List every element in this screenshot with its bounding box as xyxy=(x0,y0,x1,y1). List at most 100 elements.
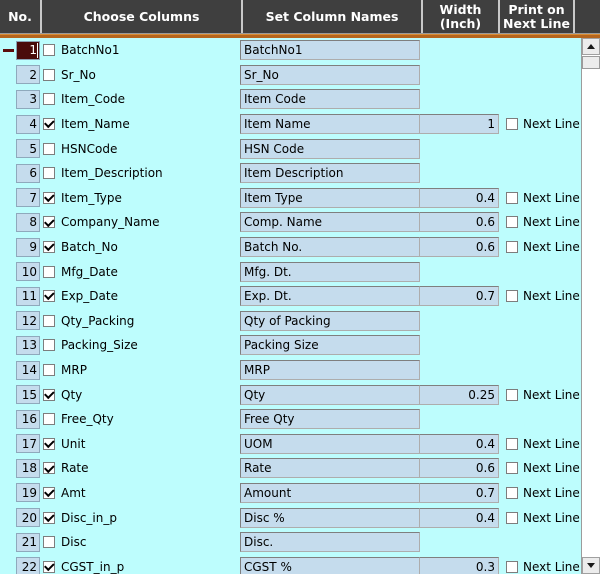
choose-column-checkbox[interactable] xyxy=(43,167,55,180)
column-width-input[interactable]: 0.6 xyxy=(420,458,499,479)
choose-column-cell[interactable]: CGST_in_p xyxy=(40,554,240,574)
print-on-next-line-checkbox[interactable] xyxy=(506,118,518,131)
next-line-cell[interactable]: Next Line xyxy=(499,437,580,451)
column-name-input[interactable]: Comp. Name xyxy=(240,212,420,233)
column-width-input[interactable]: 1 xyxy=(420,114,499,135)
column-name-input[interactable]: CGST % xyxy=(240,556,420,574)
column-name-input[interactable]: Amount xyxy=(240,482,420,503)
table-row[interactable]: 15 Qty Qty 0.25 Next Line xyxy=(0,382,581,407)
choose-column-checkbox[interactable] xyxy=(43,462,55,475)
choose-column-cell[interactable]: Item_Type xyxy=(40,186,240,211)
choose-column-checkbox[interactable] xyxy=(43,437,55,450)
choose-column-checkbox[interactable] xyxy=(43,486,55,499)
choose-column-checkbox[interactable] xyxy=(43,511,55,524)
column-name-input[interactable]: Exp. Dt. xyxy=(240,286,420,307)
column-name-input[interactable]: Rate xyxy=(240,458,420,479)
choose-column-cell[interactable]: MRP xyxy=(40,358,240,383)
column-name-input[interactable]: Disc. xyxy=(240,532,420,553)
print-on-next-line-checkbox[interactable] xyxy=(506,511,518,524)
print-on-next-line-checkbox[interactable] xyxy=(506,462,518,475)
choose-column-checkbox[interactable] xyxy=(43,339,55,352)
choose-column-cell[interactable]: Item_Description xyxy=(40,161,240,186)
choose-column-cell[interactable]: Exp_Date xyxy=(40,284,240,309)
table-row[interactable]: 11 Exp_Date Exp. Dt. 0.7 Next Line xyxy=(0,283,581,309)
row-number-cell[interactable]: 12 xyxy=(16,311,40,331)
column-width-input[interactable]: 0.6 xyxy=(420,237,499,258)
column-name-input[interactable]: Qty xyxy=(240,384,420,405)
row-number-cell[interactable]: 9 xyxy=(16,237,40,257)
scroll-down-button[interactable] xyxy=(582,557,600,574)
choose-column-cell[interactable]: Rate xyxy=(40,456,240,481)
row-number-cell[interactable]: 15 xyxy=(16,385,40,405)
choose-column-checkbox[interactable] xyxy=(43,413,55,426)
print-on-next-line-checkbox[interactable] xyxy=(506,290,518,303)
choose-column-checkbox[interactable] xyxy=(43,265,55,278)
column-width-input[interactable]: 0.4 xyxy=(420,507,499,528)
table-row[interactable]: 4 Item_Name Item Name 1 Next Line xyxy=(0,111,581,137)
column-name-input[interactable]: MRP xyxy=(240,360,420,381)
row-number-cell[interactable]: 13 xyxy=(16,335,40,355)
column-name-input[interactable]: Item Type xyxy=(240,187,420,208)
choose-column-checkbox[interactable] xyxy=(43,314,55,327)
print-on-next-line-checkbox[interactable] xyxy=(506,216,518,229)
column-name-input[interactable]: HSN Code xyxy=(240,138,420,159)
choose-column-cell[interactable]: Sr_No xyxy=(40,63,240,88)
table-row[interactable]: 12Qty_PackingQty of PackingNext Line xyxy=(0,308,581,334)
row-number-cell[interactable]: 5 xyxy=(16,139,40,159)
print-on-next-line-checkbox[interactable] xyxy=(506,191,518,204)
next-line-cell[interactable]: Next Line xyxy=(499,289,580,303)
choose-column-cell[interactable]: BatchNo1 xyxy=(40,38,240,63)
next-line-cell[interactable]: Next Line xyxy=(499,511,580,525)
next-line-cell[interactable]: Next Line xyxy=(499,240,580,254)
table-row[interactable]: 5HSNCodeHSN CodeNext Line xyxy=(0,136,581,161)
column-width-input[interactable]: 0.7 xyxy=(420,286,499,307)
column-name-input[interactable]: BatchNo1 xyxy=(240,40,420,61)
table-row[interactable]: 14MRPMRPNext Line xyxy=(0,357,581,383)
choose-column-cell[interactable]: Disc xyxy=(40,530,240,555)
choose-column-checkbox[interactable] xyxy=(43,191,55,204)
choose-column-cell[interactable]: HSNCode xyxy=(40,136,240,161)
choose-column-cell[interactable]: Company_Name xyxy=(40,210,240,235)
choose-column-cell[interactable]: Amt xyxy=(40,481,240,506)
column-name-input[interactable]: Free Qty xyxy=(240,409,420,430)
column-name-input[interactable]: Mfg. Dt. xyxy=(240,261,420,282)
column-name-input[interactable]: Disc % xyxy=(240,507,420,528)
column-width-input[interactable]: 0.7 xyxy=(420,482,499,503)
column-name-input[interactable]: Sr_No xyxy=(240,64,420,85)
row-number-cell[interactable]: 3 xyxy=(16,89,40,109)
vertical-scrollbar[interactable] xyxy=(581,38,600,574)
row-number-cell[interactable]: 22 xyxy=(16,557,40,574)
choose-column-cell[interactable]: Qty_Packing xyxy=(40,309,240,334)
column-width-input[interactable]: 0.6 xyxy=(420,212,499,233)
table-row[interactable]: 8 Company_Name Comp. Name 0.6 Next Line xyxy=(0,210,581,235)
next-line-cell[interactable]: Next Line xyxy=(499,215,580,229)
choose-column-checkbox[interactable] xyxy=(43,560,55,573)
row-number-cell[interactable]: 20 xyxy=(16,508,40,528)
table-row[interactable]: 20 Disc_in_p Disc % 0.4 Next Line xyxy=(0,505,581,530)
choose-column-checkbox[interactable] xyxy=(43,142,55,155)
table-row[interactable]: 3Item_CodeItem CodeNext Line xyxy=(0,87,581,112)
scrollbar-track[interactable] xyxy=(582,55,600,557)
choose-column-checkbox[interactable] xyxy=(43,241,55,254)
choose-column-cell[interactable]: Disc_in_p xyxy=(40,505,240,530)
choose-column-checkbox[interactable] xyxy=(43,44,55,57)
choose-column-checkbox[interactable] xyxy=(43,68,55,81)
choose-column-cell[interactable]: Unit xyxy=(40,432,240,457)
table-row[interactable]: 6Item_DescriptionItem DescriptionNext Li… xyxy=(0,160,581,186)
next-line-cell[interactable]: Next Line xyxy=(499,117,580,131)
choose-column-cell[interactable]: Qty xyxy=(40,382,240,407)
table-row[interactable]: 16Free_QtyFree QtyNext Line xyxy=(0,406,581,432)
choose-column-cell[interactable]: Free_Qty xyxy=(40,407,240,432)
table-row[interactable]: 13Packing_SizePacking SizeNext Line xyxy=(0,333,581,358)
column-width-input[interactable]: 0.4 xyxy=(420,433,499,454)
table-row[interactable]: 2Sr_NoSr_NoNext Line xyxy=(0,62,581,88)
row-number-cell[interactable]: 19 xyxy=(16,483,40,503)
column-name-input[interactable]: Qty of Packing xyxy=(240,310,420,331)
column-width-input[interactable]: 0.3 xyxy=(420,556,499,574)
next-line-cell[interactable]: Next Line xyxy=(499,461,580,475)
column-name-input[interactable]: UOM xyxy=(240,433,420,454)
choose-column-cell[interactable]: Item_Name xyxy=(40,112,240,137)
column-width-input[interactable]: 0.4 xyxy=(420,187,499,208)
column-width-input[interactable]: 0.25 xyxy=(420,384,499,405)
next-line-cell[interactable]: Next Line xyxy=(499,388,580,402)
